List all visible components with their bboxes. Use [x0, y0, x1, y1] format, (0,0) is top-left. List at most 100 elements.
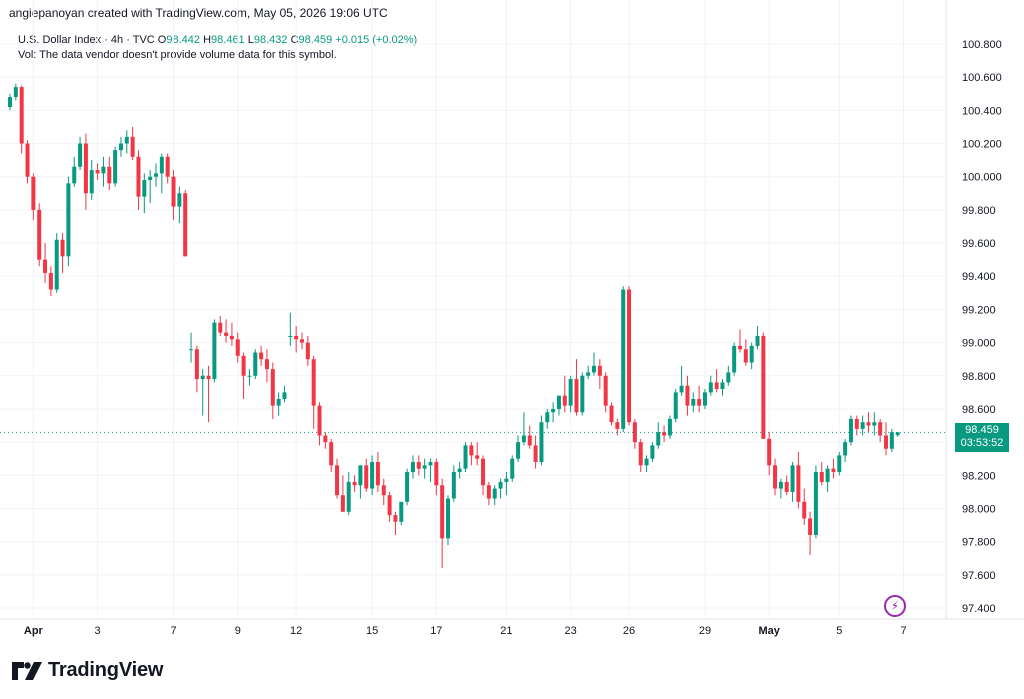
price-axis[interactable]: 100.800 100.600 100.400 100.200 100.000 99.80…: [962, 39, 1002, 615]
candle-body[interactable]: [720, 382, 725, 390]
candle-body[interactable]: [773, 465, 778, 489]
candle-body[interactable]: [19, 87, 24, 144]
candle-body[interactable]: [469, 445, 474, 456]
candle-body[interactable]: [346, 481, 351, 512]
candle-body[interactable]: [136, 156, 141, 197]
candle-body[interactable]: [539, 422, 544, 463]
candle-body[interactable]: [410, 462, 415, 472]
candle-body[interactable]: [259, 352, 264, 360]
candle-body[interactable]: [399, 501, 404, 522]
candle-body[interactable]: [66, 183, 71, 257]
candle-body[interactable]: [889, 432, 894, 449]
candle-body[interactable]: [370, 462, 375, 489]
candle-body[interactable]: [276, 398, 281, 406]
lightning-icon[interactable]: ⚡: [884, 595, 906, 617]
candle-body[interactable]: [124, 136, 129, 144]
candle-body[interactable]: [31, 176, 36, 210]
candle-body[interactable]: [562, 395, 567, 406]
candle-body[interactable]: [329, 442, 334, 466]
candle-body[interactable]: [533, 445, 538, 463]
candle-body[interactable]: [358, 465, 363, 486]
candle-body[interactable]: [527, 435, 532, 446]
candle-body[interactable]: [317, 405, 322, 436]
candle-body[interactable]: [755, 335, 760, 346]
candle-body[interactable]: [457, 468, 462, 472]
candle-body[interactable]: [498, 481, 503, 489]
candle-body[interactable]: [48, 272, 53, 290]
candle-body[interactable]: [808, 518, 813, 536]
candle-body[interactable]: [580, 375, 585, 413]
candle-body[interactable]: [679, 385, 684, 393]
candle-body[interactable]: [107, 166, 112, 184]
candle-body[interactable]: [644, 458, 649, 466]
candle-body[interactable]: [749, 345, 754, 363]
time-axis[interactable]: Apr 3 7 9 12 15 17 21 23 26 29 May 5 7: [24, 625, 907, 637]
candlestick-series[interactable]: [8, 83, 900, 569]
candle-body[interactable]: [475, 455, 480, 459]
candle-body[interactable]: [767, 438, 772, 466]
candle-body[interactable]: [521, 435, 526, 443]
candle-body[interactable]: [113, 150, 118, 184]
candle-body[interactable]: [177, 193, 182, 207]
candle-body[interactable]: [609, 405, 614, 423]
candle-body[interactable]: [574, 379, 579, 413]
candle-body[interactable]: [375, 462, 380, 486]
candle-body[interactable]: [837, 455, 842, 472]
candle-body[interactable]: [247, 375, 252, 377]
candle-body[interactable]: [486, 485, 491, 499]
candle-body[interactable]: [154, 173, 158, 177]
candle-body[interactable]: [294, 335, 299, 340]
candle-body[interactable]: [352, 481, 357, 486]
candle-body[interactable]: [212, 322, 217, 380]
candle-body[interactable]: [492, 488, 497, 499]
candle-body[interactable]: [118, 143, 123, 151]
candle-body[interactable]: [697, 398, 702, 406]
candle-body[interactable]: [189, 349, 194, 351]
candle-body[interactable]: [183, 193, 188, 257]
candle-body[interactable]: [43, 259, 48, 273]
candle-body[interactable]: [685, 385, 690, 406]
candle-body[interactable]: [702, 392, 707, 406]
candle-body[interactable]: [726, 372, 731, 383]
candle-body[interactable]: [8, 97, 12, 108]
candle-body[interactable]: [516, 442, 521, 459]
candle-body[interactable]: [78, 143, 83, 167]
candle-body[interactable]: [340, 495, 345, 512]
candle-body[interactable]: [159, 156, 164, 174]
candle-body[interactable]: [854, 418, 859, 429]
candle-body[interactable]: [761, 335, 766, 439]
candle-body[interactable]: [405, 471, 410, 502]
candle-body[interactable]: [194, 349, 199, 380]
candle-body[interactable]: [796, 465, 801, 502]
candle-body[interactable]: [463, 445, 468, 469]
candle-body[interactable]: [422, 465, 427, 469]
price-chart[interactable]: 100.800 100.600 100.400 100.200 100.000 99.80…: [0, 0, 1024, 699]
candle-body[interactable]: [884, 435, 888, 449]
candle-body[interactable]: [270, 369, 275, 406]
candle-body[interactable]: [481, 458, 486, 486]
candle-body[interactable]: [229, 335, 234, 340]
candle-body[interactable]: [813, 471, 818, 536]
candle-body[interactable]: [860, 422, 865, 429]
candle-body[interactable]: [510, 458, 515, 479]
candle-body[interactable]: [218, 322, 223, 333]
candle-body[interactable]: [95, 170, 100, 174]
candle-body[interactable]: [708, 382, 713, 393]
candle-body[interactable]: [825, 468, 830, 482]
candle-body[interactable]: [848, 418, 853, 443]
candle-body[interactable]: [568, 379, 573, 406]
candle-body[interactable]: [586, 372, 591, 376]
candle-body[interactable]: [714, 382, 719, 390]
candle-body[interactable]: [843, 442, 848, 456]
candle-body[interactable]: [621, 289, 626, 429]
candle-body[interactable]: [790, 465, 795, 492]
candle-body[interactable]: [171, 176, 176, 207]
candle-body[interactable]: [650, 445, 655, 459]
candle-body[interactable]: [416, 462, 421, 469]
candle-body[interactable]: [300, 339, 304, 343]
candle-body[interactable]: [305, 342, 310, 360]
candle-body[interactable]: [446, 498, 450, 539]
candle-body[interactable]: [784, 481, 789, 492]
candle-body[interactable]: [638, 442, 643, 466]
candle-body[interactable]: [504, 478, 509, 482]
